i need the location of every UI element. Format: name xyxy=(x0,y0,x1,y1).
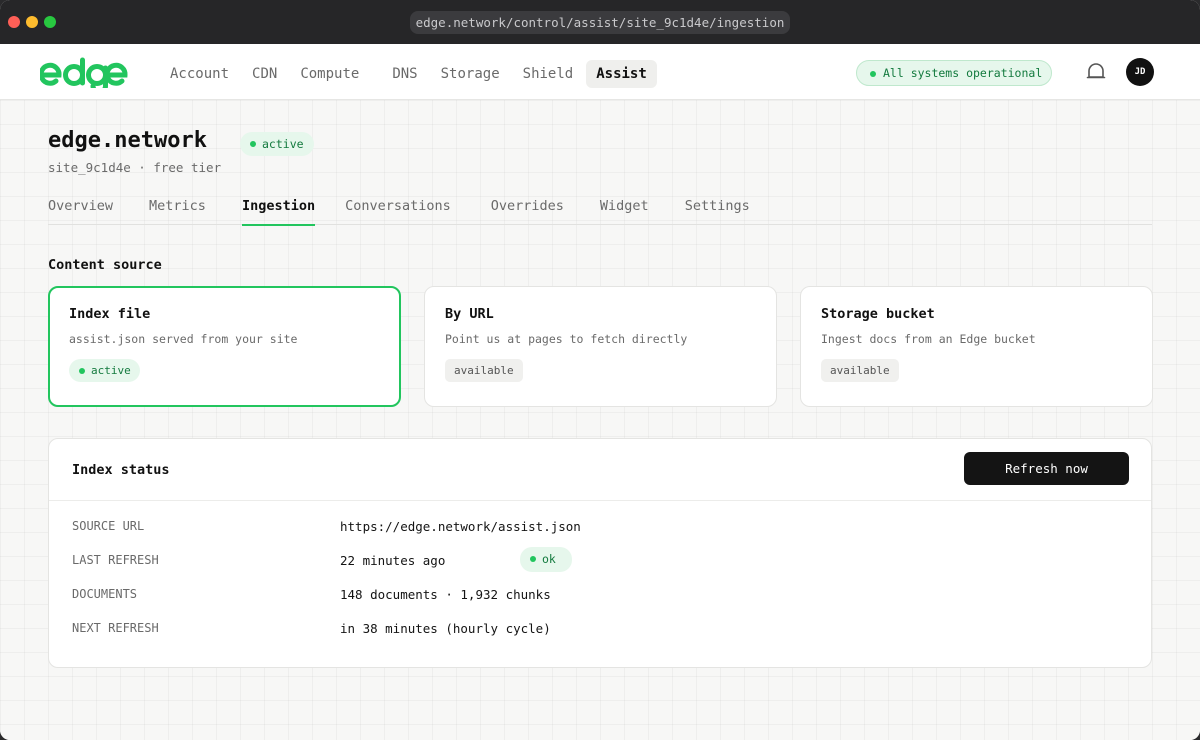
nav-assist[interactable]: Assist xyxy=(586,60,657,88)
window-controls xyxy=(8,16,56,28)
tab-conversations[interactable]: Conversations xyxy=(345,198,451,224)
browser-window: edge.network/control/assist/site_9c1d4e/… xyxy=(0,0,1200,740)
address-bar[interactable]: edge.network/control/assist/site_9c1d4e/… xyxy=(410,11,790,34)
tab-overview[interactable]: Overview xyxy=(48,198,113,224)
card-status-badge: available xyxy=(445,359,523,382)
next-refresh-value: in 38 minutes (hourly cycle) xyxy=(340,621,551,636)
index-status-panel: Index status Refresh now SOURCE URL http… xyxy=(48,438,1152,668)
minimize-window-button[interactable] xyxy=(26,16,38,28)
last-refresh-value: 22 minutes ago xyxy=(340,553,446,568)
site-tabs: Overview Metrics Ingestion Conversations… xyxy=(48,198,1152,226)
tab-metrics[interactable]: Metrics xyxy=(149,198,206,224)
edge-logo-mark xyxy=(38,57,128,95)
browser-titlebar: edge.network/control/assist/site_9c1d4e/… xyxy=(0,0,1200,44)
source-card-by-url[interactable]: By URL Point us at pages to fetch direct… xyxy=(424,286,777,407)
card-description: Point us at pages to fetch directly xyxy=(445,332,688,346)
kv-key: DOCUMENTS xyxy=(72,587,138,601)
main-content: edge.network active site_9c1d4e · free t… xyxy=(0,100,1200,740)
source-url-value: https://edge.network/assist.json xyxy=(340,519,581,534)
nav-shield[interactable]: Shield xyxy=(513,60,584,88)
nav-storage[interactable]: Storage xyxy=(431,60,510,88)
edge-logo[interactable] xyxy=(38,56,128,95)
source-card-index-file[interactable]: Index file assist.json served from your … xyxy=(48,286,401,407)
bell-icon[interactable] xyxy=(1086,62,1106,86)
card-description: Ingest docs from an Edge bucket xyxy=(821,332,1036,346)
nav-cdn[interactable]: CDN xyxy=(242,60,287,88)
user-avatar[interactable]: JD xyxy=(1126,58,1154,86)
index-status-title: Index status xyxy=(72,462,170,478)
tab-settings[interactable]: Settings xyxy=(685,198,750,224)
card-title: Storage bucket xyxy=(821,306,935,322)
kv-key: SOURCE URL xyxy=(72,519,145,533)
documents-value: 148 documents · 1,932 chunks xyxy=(340,587,551,602)
tab-widget[interactable]: Widget xyxy=(600,198,649,224)
refresh-now-button[interactable]: Refresh now xyxy=(964,452,1129,485)
card-title: By URL xyxy=(445,306,494,322)
system-status-badge[interactable]: All systems operational xyxy=(856,60,1052,86)
site-subtitle: site_9c1d4e · free tier xyxy=(48,160,222,175)
source-card-storage-bucket[interactable]: Storage bucket Ingest docs from an Edge … xyxy=(800,286,1153,407)
main-nav: Account CDN Compute DNS Storage Shield A… xyxy=(160,60,660,88)
refresh-status-badge: ok xyxy=(520,547,572,572)
site-status-badge: active xyxy=(240,132,314,156)
nav-compute[interactable]: Compute xyxy=(290,60,369,88)
card-title: Index file xyxy=(69,306,151,322)
nav-account[interactable]: Account xyxy=(160,60,239,88)
tab-ingestion[interactable]: Ingestion xyxy=(241,198,316,226)
card-description: assist.json served from your site xyxy=(69,332,298,346)
card-status-badge: active xyxy=(69,359,140,382)
card-status-badge: available xyxy=(821,359,899,382)
top-navigation: Account CDN Compute DNS Storage Shield A… xyxy=(0,44,1200,100)
panel-header: Index status Refresh now xyxy=(49,439,1151,501)
kv-key: NEXT REFRESH xyxy=(72,621,159,635)
close-window-button[interactable] xyxy=(8,16,20,28)
maximize-window-button[interactable] xyxy=(44,16,56,28)
content-source-heading: Content source xyxy=(48,257,162,273)
kv-key: LAST REFRESH xyxy=(72,553,159,567)
tab-overrides[interactable]: Overrides xyxy=(491,198,564,224)
page-title: edge.network xyxy=(48,128,207,153)
nav-dns[interactable]: DNS xyxy=(382,60,427,88)
